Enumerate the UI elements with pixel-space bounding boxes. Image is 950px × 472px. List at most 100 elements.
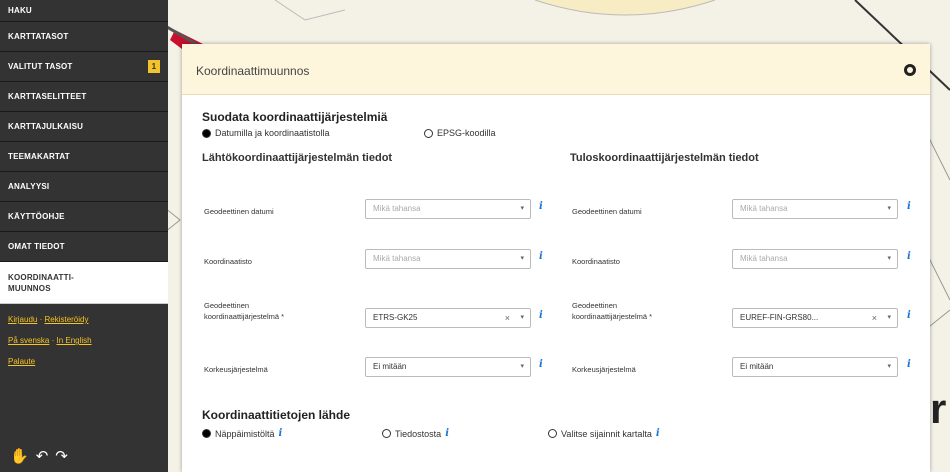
radio-label: Näppäimistöltä	[215, 428, 275, 439]
select-value: Ei mitään	[740, 362, 774, 371]
swedish-link[interactable]: På svenska	[8, 336, 49, 345]
register-link[interactable]: Rekisteröidy	[44, 315, 88, 324]
feedback-link[interactable]: Palaute	[8, 357, 35, 366]
dialog-header: Koordinaattimuunnos	[182, 44, 930, 95]
select-value: ETRS-GK25	[373, 313, 418, 322]
target-height-label: Korkeusjärjestelmä	[572, 365, 636, 374]
radio-icon[interactable]	[548, 429, 557, 438]
filter-title: Suodata koordinaattijärjestelmiä	[202, 110, 388, 124]
undo-icon[interactable]: ↶	[36, 448, 56, 465]
sidebar-item-karttatasot[interactable]: KARTTATASOT	[0, 22, 168, 52]
clear-icon[interactable]: ×	[505, 309, 510, 327]
sidebar-item-label: VALITUT TASOT	[8, 62, 73, 71]
filter-option-datum[interactable]: Datumilla ja koordinaatistolla	[202, 128, 330, 138]
clear-icon[interactable]: ×	[872, 309, 877, 327]
select-value: Mikä tahansa	[373, 204, 421, 213]
sidebar-item-teemakartat[interactable]: TEEMAKARTAT	[0, 142, 168, 172]
chevron-down-icon: ▾	[520, 255, 524, 262]
sidebar-item-label: ANALYYSI	[8, 182, 50, 191]
chevron-down-icon: ▾	[887, 205, 891, 212]
info-icon[interactable]: i	[279, 428, 283, 439]
info-icon[interactable]: i	[539, 310, 543, 321]
source-option-map[interactable]: Valitse sijainnit kartalta i	[548, 428, 660, 439]
select-value: Mikä tahansa	[740, 204, 788, 213]
target-coord-select[interactable]: Mikä tahansa ▾	[732, 249, 898, 269]
sidebar-item-label: KÄYTTÖOHJE	[8, 212, 65, 221]
pan-hand-icon[interactable]: ✋	[10, 448, 36, 465]
info-icon[interactable]: i	[539, 201, 543, 212]
sidebar-links: Kirjaudu · Rekisteröidy På svenska · In …	[0, 304, 168, 367]
sidebar-item-label: KARTTAJULKAISU	[8, 122, 84, 131]
sidebar-item-label: KARTTATASOT	[8, 32, 69, 41]
chevron-down-icon: ▾	[887, 314, 891, 321]
radio-icon[interactable]	[382, 429, 391, 438]
sidebar-item-analyysi[interactable]: ANALYYSI	[0, 172, 168, 202]
coordinate-transform-dialog: Koordinaattimuunnos Suodata koordinaatti…	[182, 44, 930, 472]
chevron-down-icon: ▾	[887, 255, 891, 262]
sidebar-item-omat-tiedot[interactable]: OMAT TIEDOT	[0, 232, 168, 262]
sidebar-item-karttajulkaisu[interactable]: KARTTAJULKAISU	[0, 112, 168, 142]
info-icon[interactable]: i	[907, 310, 911, 321]
radio-label: Valitse sijainnit kartalta	[561, 428, 652, 439]
target-datum-select[interactable]: Mikä tahansa ▾	[732, 199, 898, 219]
source-option-file[interactable]: Tiedostosta i	[382, 428, 449, 439]
sidebar-item-koordinaattimuunnos[interactable]: KOORDINAATTI- MUUNNOS	[0, 262, 168, 304]
select-value: Ei mitään	[373, 362, 407, 371]
target-height-select[interactable]: Ei mitään ▾	[732, 357, 898, 377]
source-datum-label: Geodeettinen datumi	[204, 207, 274, 216]
sidebar-item-kayttoohje[interactable]: KÄYTTÖOHJE	[0, 202, 168, 232]
login-link[interactable]: Kirjaudu	[8, 315, 37, 324]
sidebar-item-label: HAKU	[8, 6, 32, 15]
source-height-label: Korkeusjärjestelmä	[204, 365, 268, 374]
select-value: Mikä tahansa	[373, 254, 421, 263]
target-datum-label: Geodeettinen datumi	[572, 207, 642, 216]
sidebar-item-label: OMAT TIEDOT	[8, 242, 65, 251]
map-line	[274, 0, 346, 21]
radio-selected-icon[interactable]	[202, 429, 211, 438]
source-option-keyboard[interactable]: Näppäimistöltä i	[202, 428, 282, 439]
source-height-select[interactable]: Ei mitään ▾	[365, 357, 531, 377]
info-icon[interactable]: i	[907, 201, 911, 212]
radio-label: Tiedostosta	[395, 428, 442, 439]
map-label-fragment: r	[930, 385, 947, 432]
source-coord-select[interactable]: Mikä tahansa ▾	[365, 249, 531, 269]
map-tools: ✋↶↷	[10, 447, 75, 465]
info-icon[interactable]: i	[656, 428, 660, 439]
radio-label: Datumilla ja koordinaatistolla	[215, 128, 330, 138]
info-icon[interactable]: i	[539, 359, 543, 370]
dialog-title: Koordinaattimuunnos	[196, 64, 310, 78]
target-section-title: Tuloskoordinaattijärjestelmän tiedot	[570, 152, 759, 164]
radio-selected-icon[interactable]	[202, 128, 211, 138]
sidebar-item-label: TEEMAKARTAT	[8, 152, 70, 161]
radio-icon[interactable]	[424, 128, 433, 138]
map-area	[534, 0, 716, 16]
chevron-down-icon: ▾	[520, 314, 524, 321]
select-value: Mikä tahansa	[740, 254, 788, 263]
target-coord-label: Koordinaatisto	[572, 257, 620, 266]
target-crs-select[interactable]: EUREF-FIN-GRS80... × ▾	[732, 308, 898, 328]
filter-option-epsg[interactable]: EPSG-koodilla	[424, 128, 496, 138]
sidebar-item-haku[interactable]: HAKU	[0, 0, 168, 22]
source-section-title: Lähtökoordinaattijärjestelmän tiedot	[202, 152, 393, 164]
close-icon[interactable]	[904, 64, 916, 76]
source-crs-label: Geodeettinen koordinaattijärjestelmä *	[204, 301, 285, 321]
source-coord-label: Koordinaatisto	[204, 257, 252, 266]
info-icon[interactable]: i	[907, 251, 911, 262]
english-link[interactable]: In English	[56, 336, 91, 345]
sidebar-item-valitut-tasot[interactable]: VALITUT TASOT 1	[0, 52, 168, 82]
source-datum-select[interactable]: Mikä tahansa ▾	[365, 199, 531, 219]
info-icon[interactable]: i	[445, 428, 449, 439]
sidebar-item-label: KOORDINAATTI- MUUNNOS	[8, 272, 74, 293]
select-value: EUREF-FIN-GRS80...	[740, 313, 819, 322]
info-icon[interactable]: i	[539, 251, 543, 262]
chevron-down-icon: ▾	[520, 363, 524, 370]
sidebar-item-label: KARTTASELITTEET	[8, 92, 87, 101]
chevron-down-icon: ▾	[887, 363, 891, 370]
source-crs-select[interactable]: ETRS-GK25 × ▾	[365, 308, 531, 328]
redo-icon[interactable]: ↷	[55, 448, 75, 465]
data-source-title: Koordinaattitietojen lähde	[202, 408, 351, 422]
count-badge: 1	[148, 60, 160, 73]
sidebar-item-karttaselitteet[interactable]: KARTTASELITTEET	[0, 82, 168, 112]
info-icon[interactable]: i	[907, 359, 911, 370]
radio-label: EPSG-koodilla	[437, 128, 496, 138]
